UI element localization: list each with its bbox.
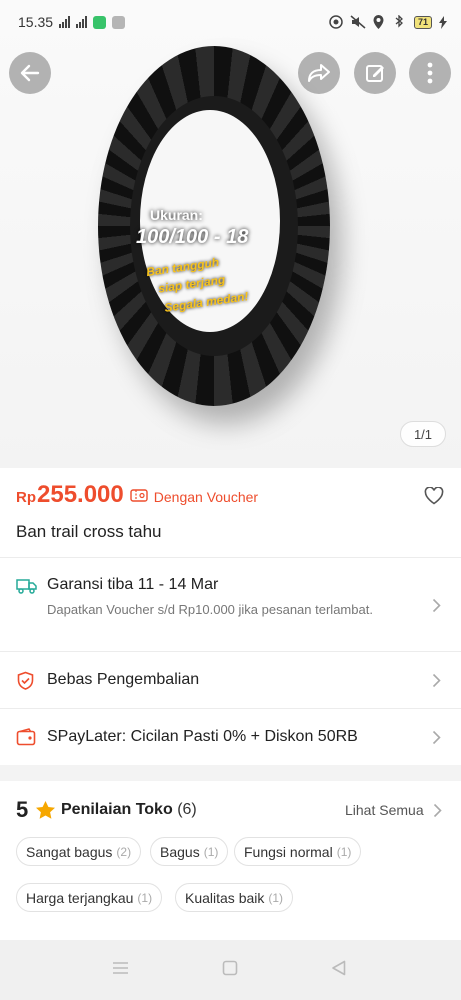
favorite-button[interactable] bbox=[424, 486, 444, 510]
mute-icon bbox=[350, 15, 366, 29]
divider bbox=[0, 557, 461, 558]
home-square-icon[interactable] bbox=[222, 960, 238, 976]
location-icon bbox=[373, 15, 384, 29]
battery-icon: 71 bbox=[413, 15, 432, 29]
voucher-text[interactable]: Dengan Voucher bbox=[154, 489, 258, 505]
arrow-left-icon bbox=[20, 64, 40, 82]
rating-score: 5 bbox=[16, 797, 29, 822]
delivery-guarantee-subtitle: Dapatkan Voucher s/d Rp10.000 jika pesan… bbox=[47, 602, 373, 617]
edit-pencil-icon bbox=[366, 65, 384, 82]
spaylater-title: SPayLater: Cicilan Pasti 0% + Diskon 50R… bbox=[47, 728, 358, 745]
price-row: Rp 255.000 Dengan Voucher bbox=[16, 481, 258, 509]
chip-label: Bagus bbox=[160, 843, 200, 860]
back-triangle-icon[interactable] bbox=[331, 960, 347, 976]
chip-label: Kualitas baik bbox=[185, 889, 265, 906]
rating-label-text: Penilaian Toko bbox=[61, 801, 173, 818]
app-notification-icon-2 bbox=[112, 15, 126, 29]
chip-count: (1) bbox=[336, 844, 352, 859]
signal-icon bbox=[59, 16, 71, 28]
chevron-right-icon bbox=[432, 730, 441, 745]
shield-check-icon bbox=[17, 671, 34, 690]
divider bbox=[0, 651, 461, 652]
delivery-guarantee-title: Garansi tiba 11 - 14 Mar bbox=[47, 576, 219, 593]
section-gap bbox=[0, 765, 461, 781]
share-arrow-icon bbox=[308, 64, 330, 82]
chip-label: Fungsi normal bbox=[244, 843, 333, 860]
review-chip-kualitas-baik[interactable]: Kualitas baik (1) bbox=[175, 883, 294, 912]
more-vertical-icon bbox=[427, 62, 433, 84]
price-currency: Rp bbox=[16, 489, 36, 506]
signal-icon-2 bbox=[76, 16, 88, 28]
free-returns-title: Bebas Pengembalian bbox=[47, 671, 200, 688]
edit-button[interactable] bbox=[354, 52, 396, 94]
chip-label: Sangat bagus bbox=[26, 843, 113, 860]
share-button[interactable] bbox=[298, 52, 340, 94]
review-chip-bagus[interactable]: Bagus (1) bbox=[150, 837, 229, 866]
star-icon bbox=[36, 801, 55, 819]
chip-count: (2) bbox=[116, 844, 132, 859]
chevron-right-icon bbox=[432, 598, 441, 613]
more-button[interactable] bbox=[409, 52, 451, 94]
truck-icon bbox=[16, 579, 37, 594]
back-button[interactable] bbox=[9, 52, 51, 94]
heart-icon bbox=[424, 486, 444, 505]
review-chip-harga-terjangkau[interactable]: Harga terjangkau (1) bbox=[16, 883, 163, 912]
rating-count: (6) bbox=[177, 801, 197, 818]
chip-count: (1) bbox=[203, 844, 219, 859]
image-counter: 1/1 bbox=[400, 421, 446, 447]
bluetooth-vibrate-icon bbox=[395, 15, 403, 28]
product-title: Ban trail cross tahu bbox=[16, 522, 162, 541]
price-value: 255.000 bbox=[37, 481, 124, 508]
status-time: 15.35 bbox=[18, 14, 54, 30]
review-chip-fungsi-normal[interactable]: Fungsi normal (1) bbox=[234, 837, 362, 866]
voucher-icon bbox=[130, 489, 148, 507]
see-all-link[interactable]: Lihat Semua bbox=[345, 802, 424, 818]
charging-icon bbox=[439, 15, 447, 29]
chevron-right-icon bbox=[432, 673, 441, 688]
chip-label: Harga terjangkau bbox=[26, 889, 134, 906]
status-bar: 15.35 71 bbox=[0, 0, 461, 44]
wallet-card-icon bbox=[16, 728, 36, 746]
size-value: 100/100 - 18 bbox=[136, 226, 249, 248]
review-chip-sangat-bagus[interactable]: Sangat bagus (2) bbox=[16, 837, 142, 866]
chip-count: (1) bbox=[137, 890, 153, 905]
size-label: Ukuran: bbox=[150, 207, 203, 223]
menu-lines-icon[interactable] bbox=[112, 960, 129, 976]
app-notification-icon bbox=[93, 15, 107, 29]
chevron-right-icon[interactable] bbox=[433, 803, 442, 818]
chip-count: (1) bbox=[268, 890, 284, 905]
divider bbox=[0, 708, 461, 709]
rating-label: Penilaian Toko (6) bbox=[61, 801, 197, 819]
alarm-icon bbox=[329, 15, 343, 29]
system-nav-bar bbox=[0, 940, 461, 1000]
